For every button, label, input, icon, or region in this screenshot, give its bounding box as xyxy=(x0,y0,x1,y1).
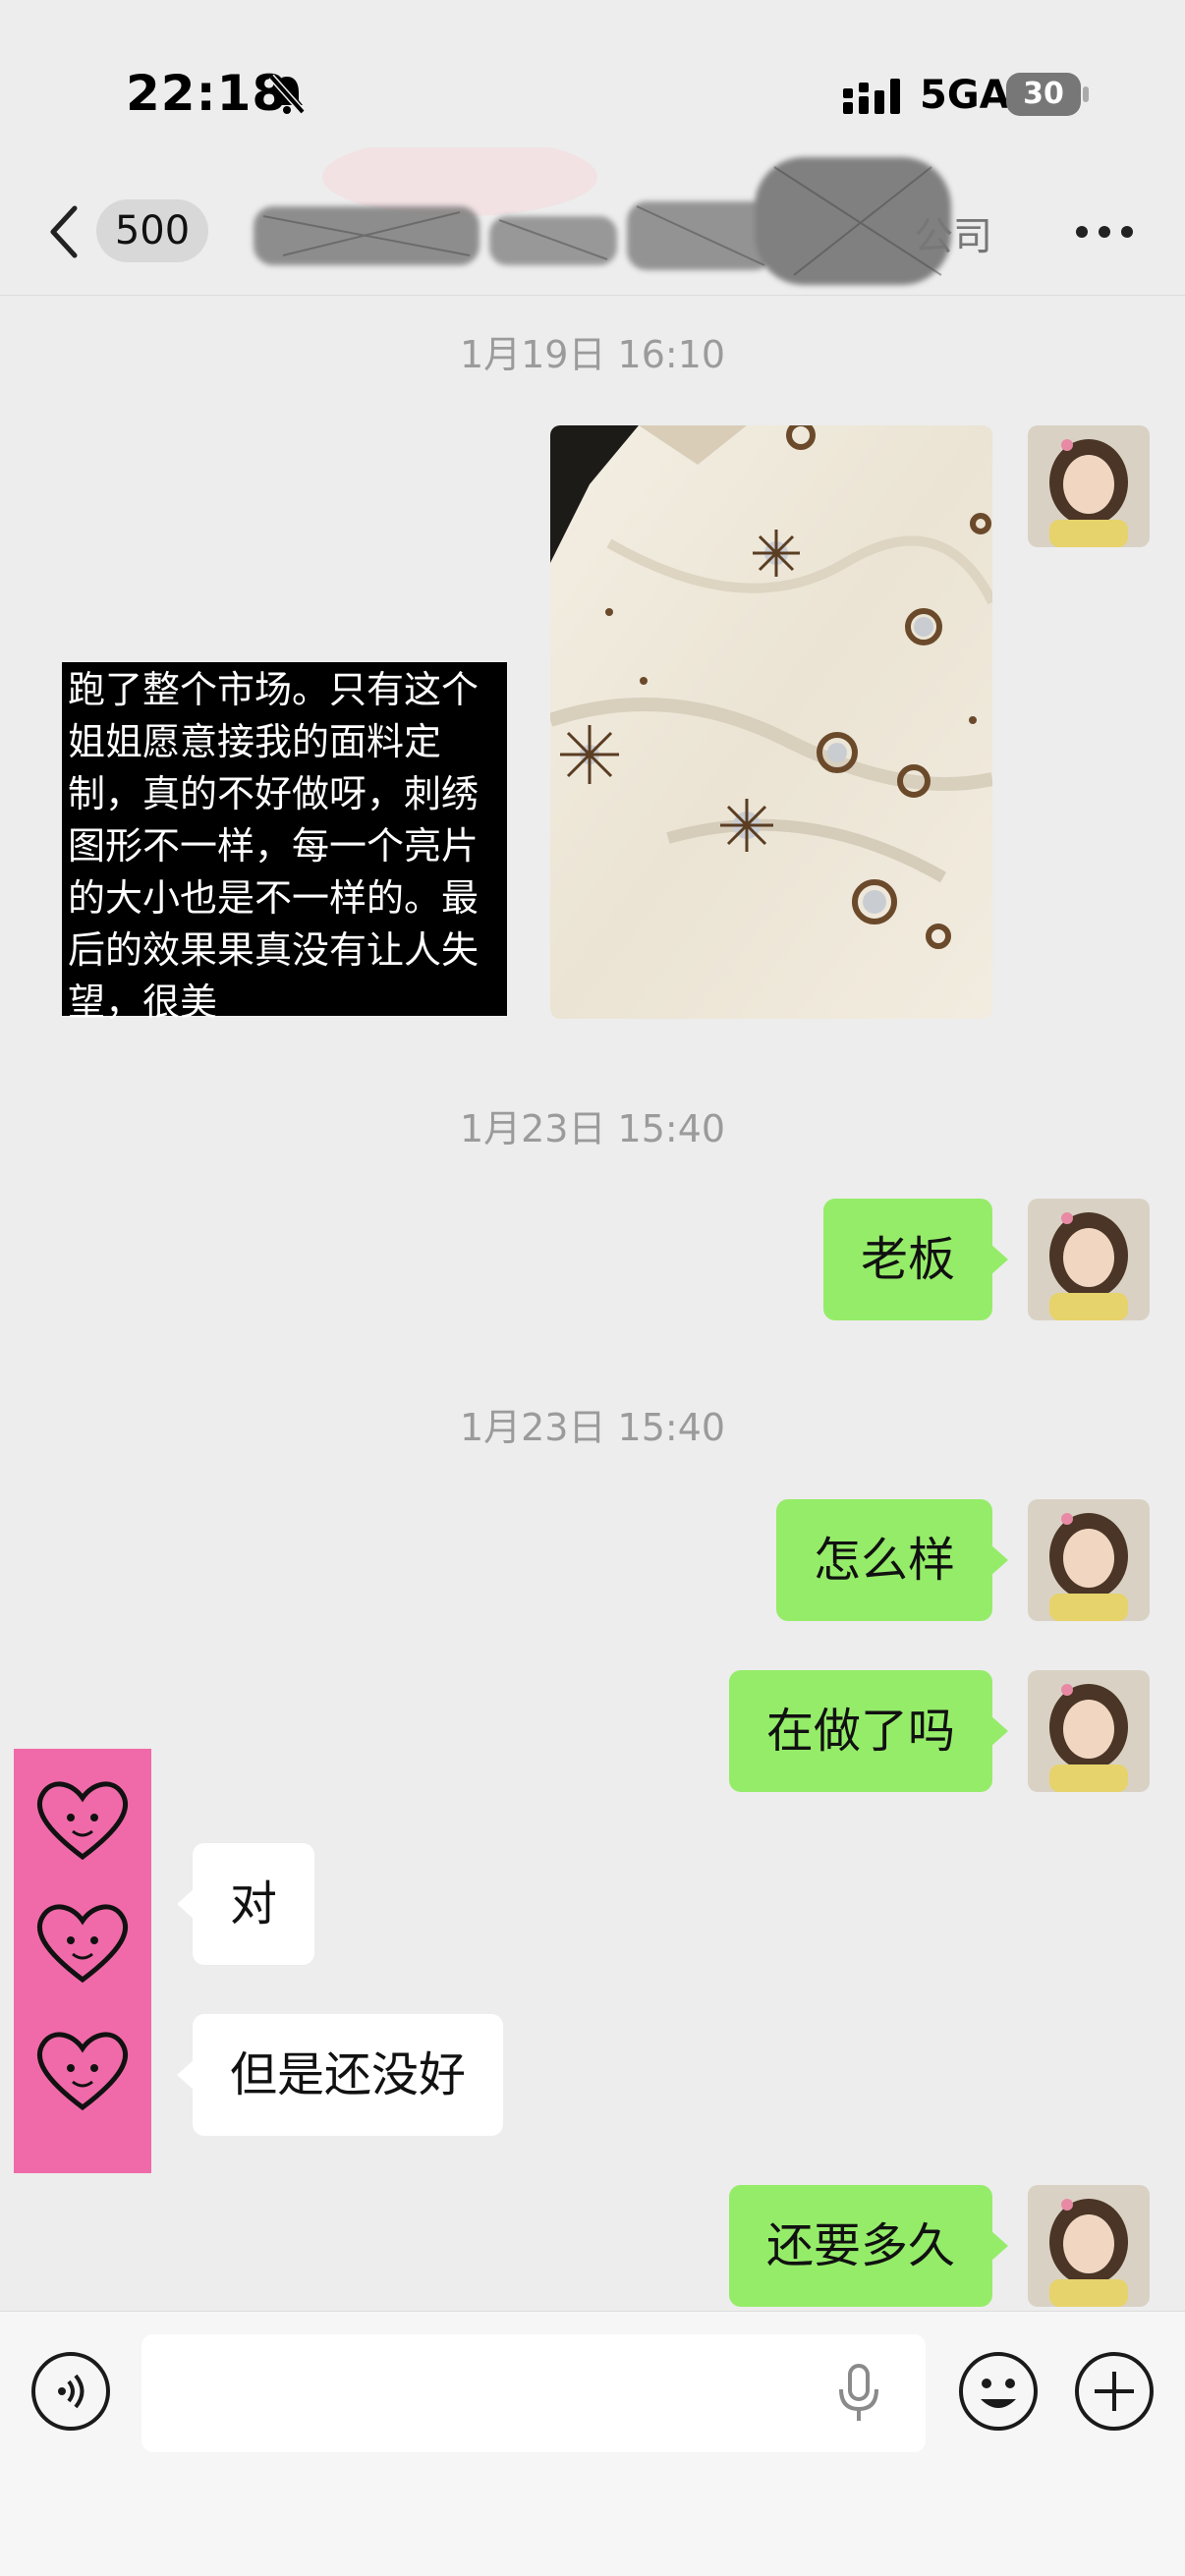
avatar[interactable] xyxy=(1028,1499,1150,1621)
caption-line: 后的效果果真没有让人失 xyxy=(68,928,480,972)
plus-icon[interactable] xyxy=(1073,2350,1156,2436)
heart-face-icon xyxy=(36,2032,129,2111)
caption-line: 图形不一样，每一个亮片 xyxy=(68,824,480,868)
nav-divider xyxy=(0,295,1185,296)
timestamp: 1月23日 15:40 xyxy=(459,1406,726,1449)
avatar[interactable] xyxy=(1028,425,1150,547)
voice-icon[interactable] xyxy=(29,2350,112,2436)
battery-indicator: 30 xyxy=(1006,73,1081,116)
network-label: 5GA xyxy=(920,73,1010,118)
heart-face-icon xyxy=(36,1904,129,1984)
status-time: 22:18 xyxy=(126,65,288,122)
avatar-cover-sticker xyxy=(14,1749,151,2173)
battery-cap xyxy=(1083,86,1089,102)
chat-title: 公司 xyxy=(914,214,992,259)
microphone-icon[interactable] xyxy=(837,2364,880,2429)
timestamp: 1月19日 16:10 xyxy=(459,333,726,376)
mute-bell-icon xyxy=(267,73,307,120)
caption-line: 望，很美 xyxy=(68,980,218,1024)
caption-line: 制，真的不好做呀，刺绣 xyxy=(68,772,480,815)
avatar[interactable] xyxy=(1028,1199,1150,1320)
caption-line: 跑了整个市场。只有这个 xyxy=(68,668,480,711)
caption-line: 姐姐愿意接我的面料定 xyxy=(68,720,442,763)
back-icon[interactable] xyxy=(47,204,79,263)
outgoing-message[interactable]: 怎么样 xyxy=(775,1499,1009,1621)
unread-count-badge[interactable]: 500 xyxy=(96,199,208,262)
timestamp: 1月23日 15:40 xyxy=(459,1107,726,1150)
avatar[interactable] xyxy=(1028,1670,1150,1792)
heart-face-icon xyxy=(36,1781,129,1861)
redacted-title-scribble xyxy=(254,147,951,285)
avatar[interactable] xyxy=(1028,2185,1150,2307)
more-icon[interactable] xyxy=(1075,224,1134,243)
embroidered-fabric-photo[interactable] xyxy=(550,425,992,1019)
outgoing-message[interactable]: 在做了吗 xyxy=(728,1670,1009,1792)
outgoing-message[interactable]: 还要多久 xyxy=(728,2185,1009,2307)
signal-icon xyxy=(843,79,904,118)
caption-line: 的大小也是不一样的。最 xyxy=(68,876,480,920)
incoming-message[interactable]: 但是还没好 xyxy=(176,2014,504,2136)
outgoing-message[interactable]: 老板 xyxy=(822,1199,1009,1320)
message-input[interactable] xyxy=(141,2334,926,2452)
image-caption: 跑了整个市场。只有这个 姐姐愿意接我的面料定 制，真的不好做呀，刺绣 图形不一样… xyxy=(62,662,507,1024)
incoming-message[interactable]: 对 xyxy=(176,1843,315,1965)
emoji-icon[interactable] xyxy=(957,2350,1040,2436)
